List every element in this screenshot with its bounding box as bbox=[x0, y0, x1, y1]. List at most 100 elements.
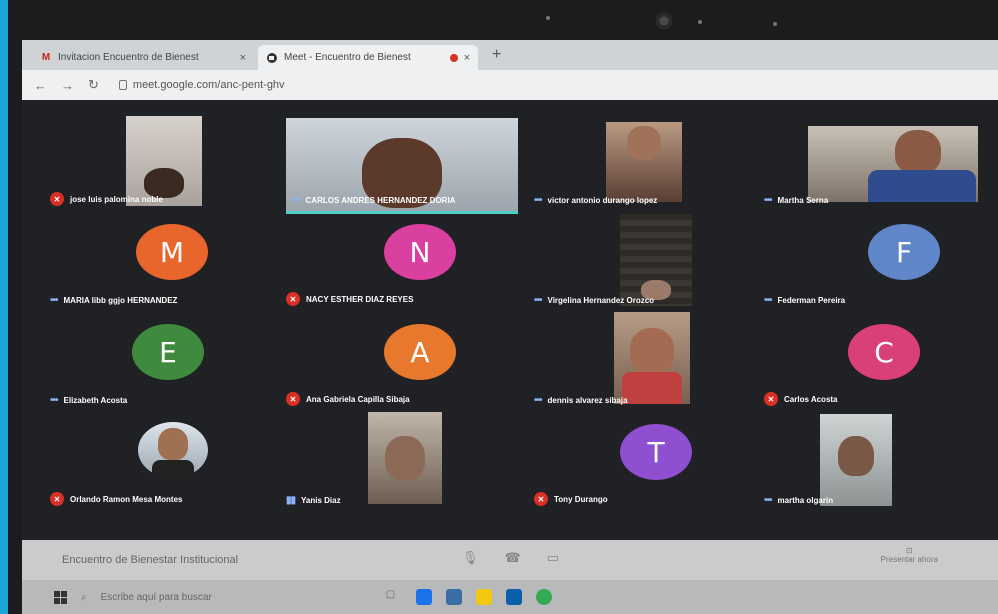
mic-off-icon: ✕ bbox=[50, 192, 64, 206]
participant-name-row: ✕ NACY ESTHER DIAZ REYES bbox=[278, 292, 510, 306]
avatar: C bbox=[848, 324, 920, 380]
participant-name: Elizabeth Acosta bbox=[63, 396, 128, 405]
participant-tile[interactable]: ••• Martha Serna bbox=[756, 120, 988, 216]
tab-meet[interactable]: Meet - Encuentro de Bienest × bbox=[258, 45, 478, 70]
participant-tile[interactable]: M ••• MARIA libb ggjo HERNANDEZ bbox=[42, 220, 274, 316]
url-text: meet.google.com/anc-pent-ghv bbox=[132, 79, 285, 91]
address-bar[interactable]: meet.google.com/anc-pent-ghv bbox=[118, 79, 285, 91]
participant-name-row: ••• Elizabeth Acosta bbox=[42, 395, 274, 406]
present-label: Presentar ahora bbox=[880, 555, 938, 564]
participant-name-row: ••• Federman Pereira bbox=[756, 295, 988, 306]
avatar: F bbox=[868, 224, 940, 280]
audio-indicator-icon: ••• bbox=[50, 295, 58, 306]
sensor-dot bbox=[698, 20, 702, 24]
hang-up-icon[interactable]: ☎ bbox=[505, 550, 521, 566]
audio-indicator-icon: ••• bbox=[764, 295, 772, 306]
taskbar-search-field[interactable]: Escribe aquí para buscar bbox=[101, 592, 212, 603]
participant-name-row: ✕ Orlando Ramon Mesa Montes bbox=[42, 492, 274, 506]
webcam-icon bbox=[653, 12, 675, 30]
participant-name: jose luis palomina noble bbox=[70, 194, 163, 204]
back-icon[interactable]: ← bbox=[34, 78, 47, 93]
participant-name-row: ••• dennis alvarez sibaja bbox=[526, 395, 758, 406]
avatar: E bbox=[132, 324, 204, 380]
browser-toolbar: ← → ↻ meet.google.com/anc-pent-ghv bbox=[22, 70, 998, 100]
participant-tile[interactable]: A ✕ Ana Gabriela Capilla Sibaja bbox=[278, 320, 510, 416]
store-icon[interactable] bbox=[445, 589, 462, 605]
participant-tile[interactable]: E ••• Elizabeth Acosta bbox=[42, 320, 274, 416]
participant-name: NACY ESTHER DIAZ REYES bbox=[306, 294, 414, 304]
audio-indicator-icon: ••• bbox=[534, 295, 542, 306]
active-speaker-indicator bbox=[286, 211, 518, 214]
participant-name-row: ••• MARIA libb ggjo HERNANDEZ bbox=[42, 295, 274, 306]
person-silhouette bbox=[158, 428, 188, 460]
microphone-icon[interactable]: 🎙 bbox=[462, 550, 479, 566]
participant-name-row: ▮▮ Yanis Diaz bbox=[278, 495, 510, 506]
participant-name: Carlos Acosta bbox=[784, 394, 838, 404]
participant-tile[interactable]: ••• Virgelina Hernandez Orozco bbox=[526, 214, 758, 316]
reload-icon[interactable]: ↻ bbox=[88, 77, 99, 93]
participant-tile[interactable]: ••• victor antonio durango lopez bbox=[526, 120, 758, 216]
participant-tile[interactable]: T ✕ Tony Durango bbox=[526, 420, 758, 516]
participant-name-row: ••• Virgelina Hernandez Orozco bbox=[526, 295, 758, 306]
participant-tile[interactable]: ••• dennis alvarez sibaja bbox=[526, 312, 758, 416]
search-icon[interactable]: ⌕ bbox=[81, 592, 87, 603]
windows-taskbar: ⌕ Escribe aquí para buscar ▢ bbox=[22, 580, 998, 614]
participant-video bbox=[138, 422, 208, 478]
avatar: T bbox=[620, 424, 692, 480]
person-silhouette bbox=[895, 130, 941, 174]
chrome-icon[interactable] bbox=[535, 589, 552, 605]
participant-name: MARIA libb ggjo HERNANDEZ bbox=[63, 296, 178, 305]
laptop-bezel: M Invitacion Encuentro de Bienest × Meet… bbox=[8, 0, 998, 614]
participant-name: victor antonio durango lopez bbox=[547, 196, 658, 205]
participant-name: martha olgarin bbox=[777, 496, 834, 505]
participant-tile[interactable]: F ••• Federman Pereira bbox=[756, 220, 988, 316]
participant-name: Orlando Ramon Mesa Montes bbox=[70, 494, 183, 504]
tab-close-button[interactable]: × bbox=[464, 52, 470, 64]
tab-title: Invitacion Encuentro de Bienest bbox=[58, 52, 199, 63]
tab-close-button[interactable]: × bbox=[240, 52, 246, 64]
laptop-screen: M Invitacion Encuentro de Bienest × Meet… bbox=[22, 40, 998, 614]
tab-title: Meet - Encuentro de Bienest bbox=[284, 52, 411, 63]
lock-icon bbox=[118, 80, 127, 90]
participant-tile[interactable]: ✕ jose luis palomina noble bbox=[42, 116, 274, 216]
participant-tile[interactable]: ▮▮ Yanis Diaz bbox=[278, 412, 510, 516]
avatar: M bbox=[136, 224, 208, 280]
file-explorer-icon[interactable] bbox=[475, 589, 492, 605]
mic-off-icon: ✕ bbox=[534, 492, 548, 506]
audio-indicator-icon: ••• bbox=[50, 395, 58, 406]
task-view-icon[interactable]: ▢ bbox=[386, 589, 402, 605]
audio-indicator-icon: ••• bbox=[534, 195, 542, 206]
forward-icon[interactable]: → bbox=[61, 78, 74, 93]
windows-start-icon[interactable] bbox=[54, 590, 67, 604]
mic-off-icon: ✕ bbox=[286, 392, 300, 406]
participant-tile[interactable]: ••• CARLOS ANDRES HERNANDEZ DORIA bbox=[278, 118, 518, 216]
present-now-button[interactable]: ⊡ Presentar ahora bbox=[881, 546, 938, 564]
new-tab-button[interactable]: + bbox=[492, 46, 501, 64]
person-silhouette bbox=[630, 328, 674, 374]
app-icon[interactable] bbox=[505, 589, 522, 605]
participant-name-row: ••• CARLOS ANDRES HERNANDEZ DORIA bbox=[278, 195, 518, 206]
participant-tile[interactable]: ••• martha olgarin bbox=[756, 414, 988, 516]
participant-video bbox=[368, 412, 442, 504]
participant-tile[interactable]: ✕ Orlando Ramon Mesa Montes bbox=[42, 420, 274, 516]
participant-name-row: ••• victor antonio durango lopez bbox=[526, 195, 758, 206]
participant-video bbox=[820, 414, 892, 506]
audio-indicator-icon: ••• bbox=[764, 495, 772, 506]
participant-tile[interactable]: N ✕ NACY ESTHER DIAZ REYES bbox=[278, 220, 510, 316]
participant-name: Tony Durango bbox=[554, 494, 608, 504]
tab-strip: M Invitacion Encuentro de Bienest × Meet… bbox=[22, 40, 998, 70]
gmail-icon: M bbox=[41, 52, 51, 63]
participant-name: dennis alvarez sibaja bbox=[547, 396, 628, 405]
camera-icon[interactable]: ▭ bbox=[547, 550, 559, 566]
sensor-dot bbox=[546, 16, 550, 20]
edge-browser-icon[interactable] bbox=[415, 589, 432, 605]
participant-video bbox=[808, 126, 978, 202]
participant-tile[interactable]: C ✕ Carlos Acosta bbox=[756, 320, 988, 416]
participant-name-row: ✕ Tony Durango bbox=[526, 492, 758, 506]
participant-name-row: ✕ jose luis palomina noble bbox=[42, 192, 274, 206]
audio-indicator-icon: ••• bbox=[534, 395, 542, 406]
participant-grid: ✕ jose luis palomina noble ••• CARLOS AN… bbox=[42, 116, 988, 530]
audio-indicator-icon: ••• bbox=[764, 195, 772, 206]
tab-gmail-invitation[interactable]: M Invitacion Encuentro de Bienest × bbox=[32, 45, 254, 70]
audio-indicator-icon: ▮▮ bbox=[286, 495, 296, 506]
